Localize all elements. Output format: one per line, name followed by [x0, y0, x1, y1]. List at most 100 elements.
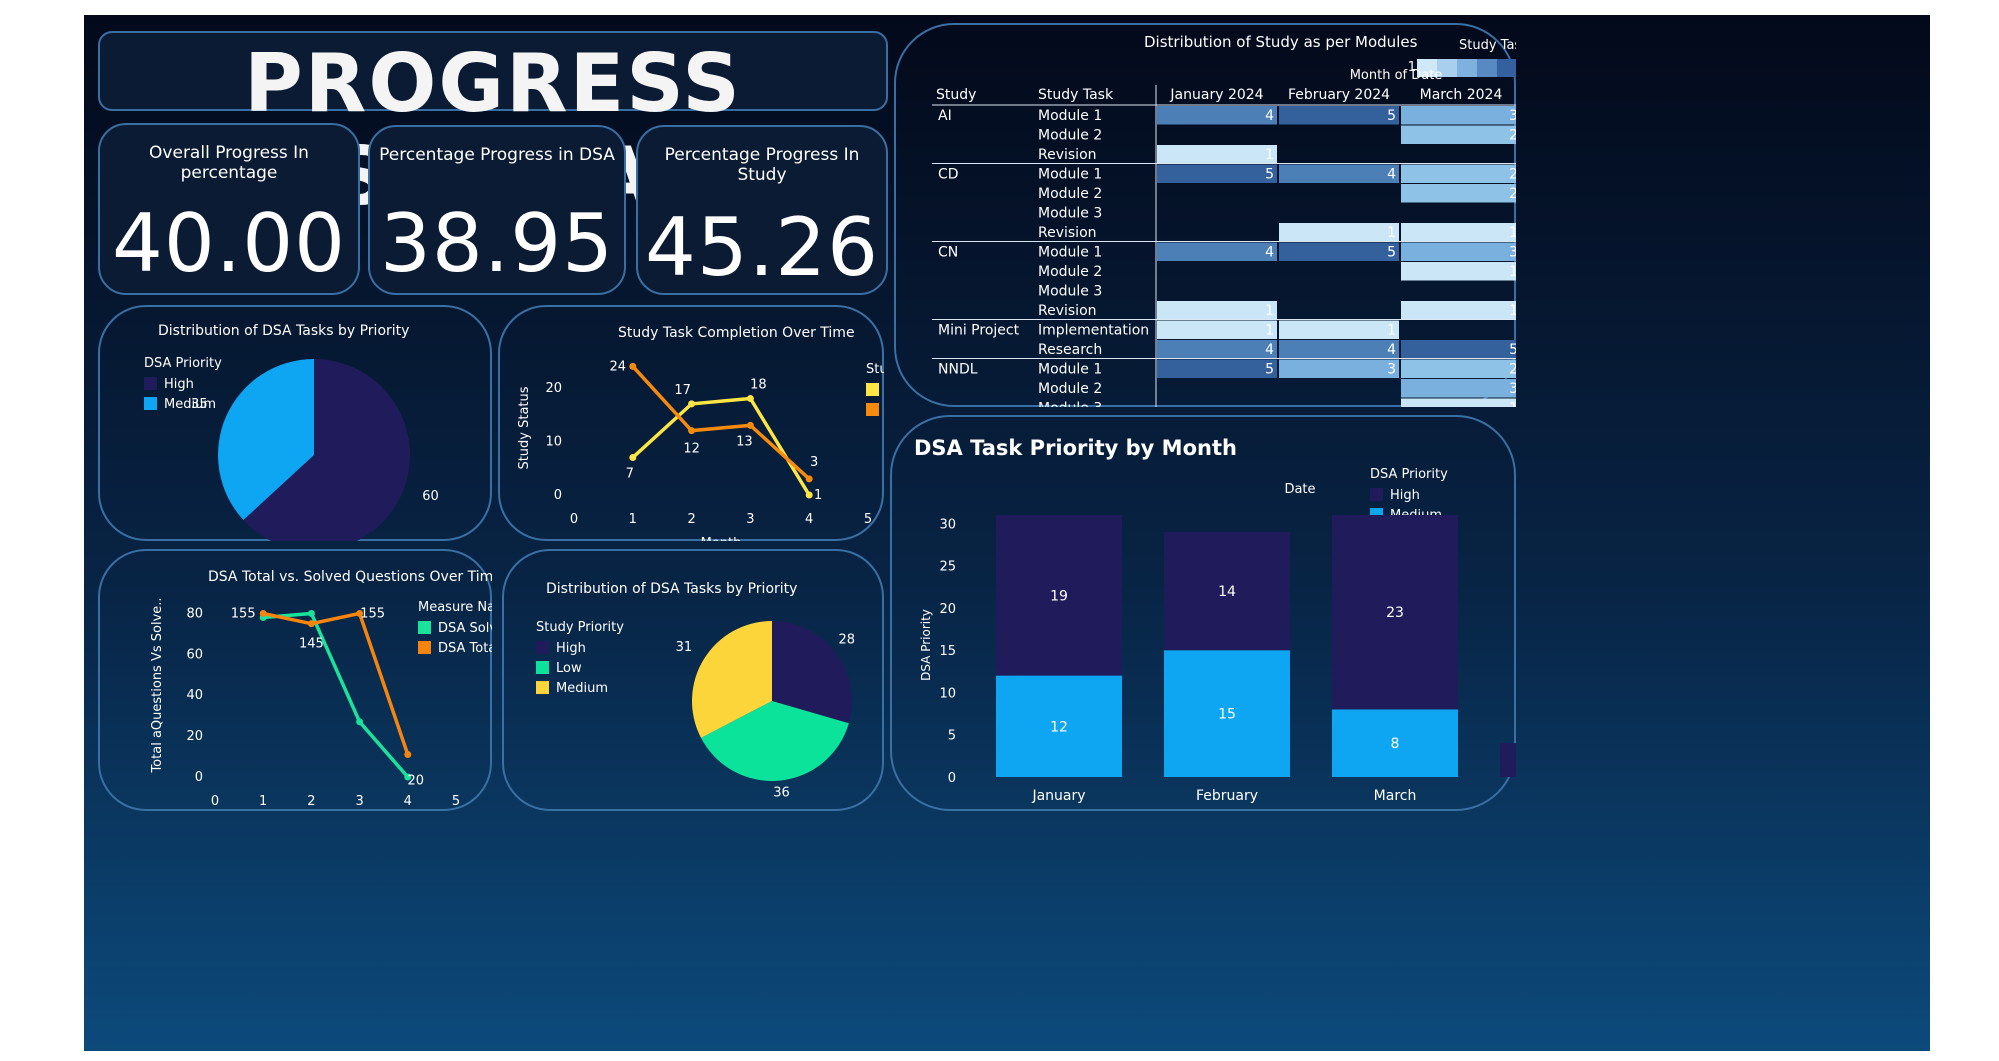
kpi-study-card: Percentage Progress In Study 45.26: [636, 125, 888, 295]
data-label: 3: [810, 455, 818, 470]
x-axis-header: Date: [1284, 482, 1315, 497]
bar-high-april: [1500, 743, 1516, 777]
legend-scale-step: [1457, 59, 1477, 77]
heat-cell-value: 1: [1265, 303, 1274, 319]
heat-cell-value: 4: [1387, 167, 1396, 183]
data-label: 18: [750, 378, 767, 393]
pie-data-label: 35: [191, 397, 208, 412]
data-point: [307, 609, 315, 617]
heat-cell-value: 3: [1387, 362, 1396, 378]
chart-title: Study Task Completion Over Time: [618, 325, 855, 341]
data-label: 17: [674, 383, 691, 398]
bar-data-label: 19: [1050, 588, 1068, 604]
x-tick-label: 3: [746, 512, 754, 527]
heat-cell: [1157, 320, 1277, 339]
heat-cell-value: 2: [1509, 186, 1516, 202]
x-tick-label: February: [1196, 788, 1258, 804]
y-tick-label: 10: [545, 434, 562, 449]
heat-cell: [1401, 184, 1516, 203]
heat-cell: [1401, 301, 1516, 320]
x-tick-label: 1: [629, 512, 637, 527]
chart-title: Distribution of DSA Tasks by Priority: [158, 323, 409, 339]
kpi-study-value: 45.26: [644, 201, 880, 294]
heat-cell: [1157, 340, 1277, 359]
pie-data-label: 36: [773, 786, 790, 801]
data-label: 20: [408, 774, 425, 789]
heat-cell: [1279, 242, 1399, 261]
legend-title: DSA Priority: [144, 356, 222, 371]
chart-title: DSA Task Priority by Month: [914, 436, 1237, 460]
column-header: February 2024: [1288, 87, 1390, 103]
study-completion-panel: Study Task Completion Over Time 0 1 2 3 4 5 0 10…: [498, 305, 884, 541]
legend-title: Study Status: [866, 362, 884, 377]
study-priority-pie-chart: Distribution of DSA Tasks by Priority Stu…: [536, 581, 855, 801]
y-tick-label: 5: [948, 729, 956, 744]
heat-cell-value: 1: [1509, 303, 1516, 319]
chart-title: DSA Total vs. Solved Questions Over Time: [208, 569, 492, 585]
series-line-1: [631, 365, 811, 481]
study-task: Module 3: [1038, 401, 1102, 408]
data-label: 13: [736, 434, 753, 449]
heat-cell-value: 1: [1509, 225, 1516, 241]
heat-cell-value: 5: [1387, 108, 1396, 124]
data-point: [688, 400, 696, 408]
kpi-study-label: Percentage Progress In Study: [664, 145, 860, 185]
legend-swatch: [866, 403, 879, 416]
study-task: Module 2: [1038, 128, 1102, 144]
x-tick-label: 1: [259, 794, 267, 809]
y-tick-label: 15: [939, 644, 956, 659]
legend-scale-step: [1497, 59, 1516, 77]
heat-cell: [1279, 106, 1399, 125]
heat-cell: [1157, 242, 1277, 261]
study-task: Revision: [1038, 147, 1097, 163]
dsa-total-solved-chart: DSA Total vs. Solved Questions Over Time…: [150, 569, 492, 809]
x-tick-label: 0: [570, 512, 578, 527]
heat-cell-value: 3: [1509, 245, 1516, 261]
data-label: 1: [814, 488, 822, 503]
heat-cell: [1401, 340, 1516, 359]
heat-cell-value: 5: [1265, 362, 1274, 378]
heat-cell-value: 1: [1387, 225, 1396, 241]
study-name: Mini Project: [938, 323, 1020, 339]
chart-title: Distribution of DSA Tasks by Priority: [546, 581, 797, 597]
data-label: 155: [360, 606, 385, 621]
legend-label: Medium: [164, 397, 216, 412]
study-heatmap-chart: Distribution of Study as per Modules Stud…: [932, 33, 1516, 408]
legend-label: High: [556, 641, 586, 656]
dsa-priority-pie-chart: Distribution of DSA Tasks by Priority DSA…: [144, 323, 439, 541]
title-panel: PROGRESS DASHBOARD: [98, 31, 888, 223]
study-task: Module 1: [1038, 167, 1102, 183]
y-tick-label: 0: [195, 770, 203, 785]
data-point: [805, 475, 813, 483]
heat-cell-value: 4: [1387, 342, 1396, 358]
kpi-dsa-card: Percentage Progress in DSA 38.95: [368, 125, 626, 295]
heat-cell: [1279, 164, 1399, 183]
bar-data-label: 12: [1050, 719, 1068, 735]
data-point: [404, 751, 412, 759]
heat-cell: [1401, 398, 1516, 407]
row-header-study: Study: [936, 87, 976, 103]
study-task: Module 3: [1038, 206, 1102, 222]
study-task: Module 3: [1038, 284, 1102, 300]
data-point: [259, 609, 267, 617]
heat-cell: [1279, 340, 1399, 359]
y-axis-label: Total aQuestions Vs Solve..: [150, 597, 165, 773]
kpi-dsa-label: Percentage Progress in DSA: [379, 145, 615, 165]
x-tick-label: 5: [452, 794, 460, 809]
y-tick-label: 20: [186, 729, 203, 744]
heat-cell: [1157, 145, 1277, 164]
x-tick-label: 5: [864, 512, 872, 527]
pie-data-label: 31: [676, 640, 693, 655]
kpi-overall-value: 40.00: [111, 197, 347, 290]
data-label: 7: [626, 466, 634, 481]
data-point: [629, 453, 637, 461]
legend-label: High: [164, 377, 194, 392]
x-tick-label: 4: [805, 512, 813, 527]
heat-cell-value: 1: [1265, 323, 1274, 339]
study-completion-chart: Study Task Completion Over Time0 1 2 3 4 5010…: [517, 325, 884, 541]
x-tick-label: March: [1374, 788, 1417, 804]
study-task: Revision: [1038, 225, 1097, 241]
study-name: NNDL: [938, 362, 978, 378]
heat-cell: [1279, 359, 1399, 378]
x-axis-label: Month: [701, 536, 742, 541]
